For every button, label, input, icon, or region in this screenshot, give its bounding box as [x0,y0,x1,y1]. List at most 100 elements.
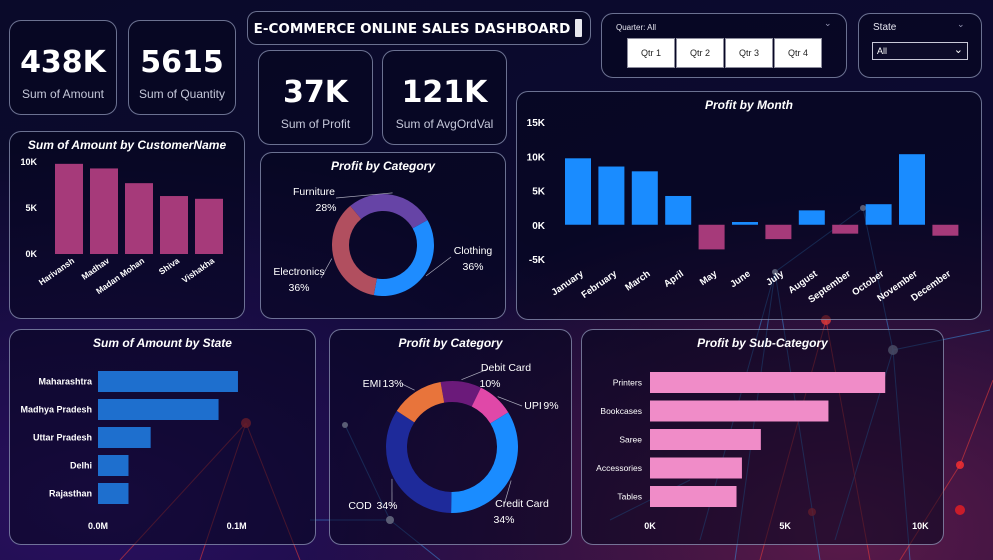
payment-label-credit-card: Credit Card [495,498,549,510]
month-xtick-label: June [728,268,752,290]
customer-xtick-label: Harivansh [37,255,76,287]
quarter-button-3[interactable]: Qtr 3 [725,38,773,68]
subcat-ytick-label: Bookcases [600,406,642,416]
kpi-avgordval-label: Sum of AvgOrdVal [395,117,494,131]
quarter-slicer-header: Quarter: All [616,23,657,32]
month-bar [732,222,758,225]
state-bar [98,455,129,476]
state-header-chevron-icon[interactable]: ⌄ [957,20,965,30]
customer-bar-chart: 0K5K10KHarivansh MadhavMadan Mohan ShivaVi… [20,157,223,296]
subcat-bar-chart: Printers Bookcases Saree Accessories Tables 0… [596,372,929,531]
customer-bar [195,198,223,254]
quarter-button-2[interactable]: Qtr 2 [676,38,724,68]
subcat-ytick-label: Accessories [596,463,642,473]
month-bar [899,154,925,225]
customer-bar [90,168,118,254]
payment-label-upi: UPI [524,400,542,412]
category-label-clothing: Clothing [454,245,493,257]
state-dropdown-value: All [877,46,888,56]
customer-ytick-label: 5K [25,203,37,213]
dashboard-title: E-COMMERCE ONLINE SALES DASHBOARD [253,21,571,37]
month-ytick-label: 0K [532,221,546,232]
month-xtick-label: March [623,268,652,293]
payment-label-emi: EMI [363,378,382,390]
kpi-quantity-label: Sum of Quantity [138,87,226,101]
category-value-electronics: 36% [288,282,309,294]
month-bar [765,224,792,240]
quarter-chevron-down-icon[interactable]: ⌄ [824,19,832,29]
subcat-ytick-label: Tables [617,492,642,502]
dashboard-title-card: E-COMMERCE ONLINE SALES DASHBOARD [247,11,591,45]
state-dropdown[interactable]: All ⌄ [872,42,968,60]
month-bar-chart: -5K0K5K10K15KJanuaryFebruary March April Ma… [527,118,959,306]
title-scroll-handle[interactable] [575,19,582,37]
kpi-card-avgordval: 121K Sum of AvgOrdVal [382,50,507,145]
subcat-xtick-label: 10K [912,521,929,531]
state-ytick-label: Delhi [70,461,92,471]
month-bar [598,166,625,225]
quarter-button-1[interactable]: Qtr 1 [627,38,675,68]
month-bar [832,224,859,234]
quarter-slicer: Quarter: All ⌄ Qtr 1 Qtr 2 Qtr 3 Qtr 4 [601,13,847,78]
kpi-card-amount: 438K Sum of Amount [9,20,117,115]
state-bar [98,371,238,392]
state-ytick-label: Rajasthan [49,489,92,499]
kpi-amount-label: Sum of Amount [21,87,105,101]
category-value-furniture: 28% [315,202,336,214]
payment-leader-line [401,383,415,391]
month-chart-card: Profit by Month -5K 0K 5K 10K 15K January Febr… [516,91,982,320]
state-xtick-label: 0.1M [227,521,247,531]
subcat-xtick-label: 0K [644,521,656,531]
category-label-furniture: Furniture [293,186,335,198]
month-bar [698,224,725,250]
payment-value-emi: 13% [382,378,403,390]
state-bar [98,399,219,420]
month-ytick-label: 5K [532,187,546,198]
state-bar [98,483,129,504]
state-bar [98,427,151,448]
subcat-ytick-label: Printers [613,378,642,388]
month-bar [932,224,959,236]
payment-value-upi: 9% [543,400,558,412]
month-xtick-label: February [580,268,620,301]
state-slicer: State ⌄ All ⌄ [858,13,982,78]
customer-ytick-label: 10K [20,157,37,167]
category-value-clothing: 36% [462,261,483,273]
category-slice-furniture [350,194,428,229]
payment-label-debit-card: Debit Card [481,362,531,374]
month-ytick-label: -5K [529,255,546,266]
quarter-button-4[interactable]: Qtr 4 [774,38,822,68]
category-slice-clothing [373,220,434,296]
state-ytick-label: Madhya Pradesh [20,405,92,415]
subcat-bar [650,400,829,422]
month-bar [865,204,892,225]
subcat-bar [650,457,742,479]
payment-chart-card: Profit by Category COD 34% Credit Card 34% E… [329,329,572,545]
subcat-ytick-label: Saree [619,435,642,445]
month-bar [631,171,658,225]
subcat-bar [650,486,737,507]
payment-donut-chart: COD 34% Credit Card 34% EMI 13% Debit Card 10% U… [348,362,558,526]
payment-value-cod: 34% [376,500,397,512]
category-slice-electronics [332,205,377,296]
payment-value-debit-card: 10% [479,378,500,390]
customer-bar [125,183,153,254]
kpi-card-quantity: 5615 Sum of Quantity [128,20,236,115]
category-label-electronics: Electronics [273,266,324,278]
kpi-avgordval-value: 121K [401,75,488,110]
kpi-profit-label: Sum of Profit [280,117,351,131]
kpi-quantity-value: 5615 [140,45,224,80]
month-xtick-label: May [698,268,720,288]
month-xtick-label: April [662,268,686,289]
month-bar [565,158,591,225]
customer-xtick-label: Vishakha [180,255,216,285]
customer-chart-card: Sum of Amount by CustomerName 0K 5K 10K Har… [9,131,245,319]
payment-label-cod: COD [348,500,372,512]
customer-bar [55,163,83,254]
state-dropdown-chevron-icon: ⌄ [953,44,963,56]
payment-slice-cod [386,410,452,513]
category-chart-card: Profit by Category Furniture 28% Clothing 3… [260,152,506,319]
month-bar [665,195,692,225]
subcat-bar [650,429,761,450]
category-donut-chart: Furniture 28% Clothing 36% Electronics 36% [273,186,493,296]
